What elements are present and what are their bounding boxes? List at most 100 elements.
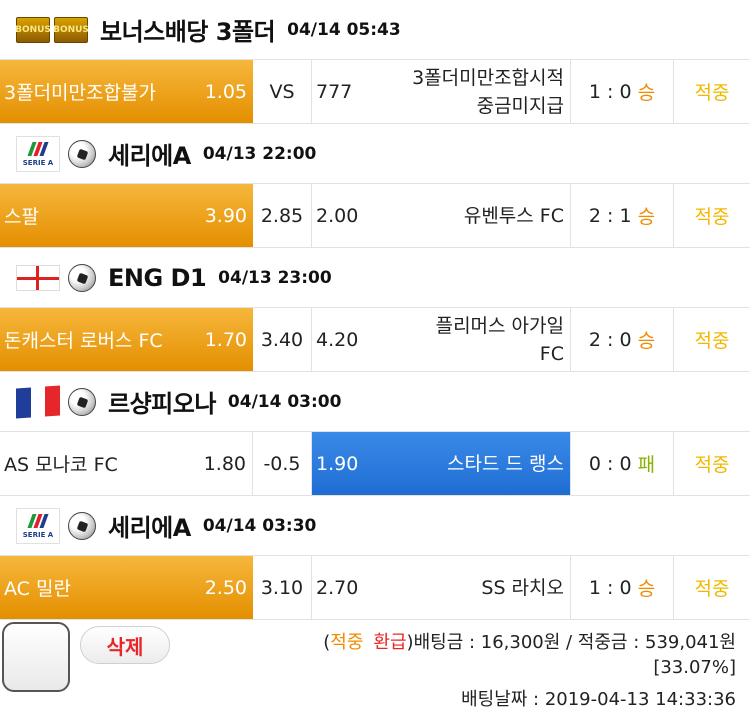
home-team-name: 3폴더미만조합불가 — [4, 82, 156, 104]
match-time: 04/14 03:30 — [202, 515, 317, 536]
league-title: 보너스배당 3폴더 — [100, 18, 276, 46]
serie-a-logo-text: SERIE A — [22, 530, 54, 539]
home-odds: 1.70 — [204, 328, 247, 351]
match-time: 04/14 03:00 — [227, 391, 342, 412]
delete-button[interactable]: 삭제 — [80, 626, 170, 664]
outcome-label: 승 — [637, 330, 656, 352]
away-odds-button[interactable]: 2.70 SS 라치오 — [312, 556, 571, 619]
bet-row: 3폴더미만조합불가 1.05 VS 777 3폴더미만조합시적중금미지급 1 :… — [0, 60, 750, 124]
away-odds: 777 — [316, 80, 353, 103]
draw-odds: 3.40 — [260, 328, 304, 351]
result-label: 적중 — [694, 578, 730, 600]
away-odds: 1.90 — [316, 452, 359, 475]
home-odds: 3.90 — [204, 204, 247, 227]
draw-odds: 2.85 — [260, 204, 304, 227]
france-flag-icon — [16, 384, 61, 419]
draw-odds: VS — [269, 80, 295, 103]
league-header: BONUS BONUS 보너스배당 3폴더 04/14 05:43 — [0, 0, 750, 60]
serie-a-logo-text: SERIE A — [22, 158, 54, 167]
away-team-line: SS 라치오 — [481, 576, 564, 599]
select-checkbox[interactable] — [2, 622, 70, 692]
score-value: 2 : 0 — [588, 328, 632, 351]
away-odds-button[interactable]: 4.20 플리머스 아가일 FC — [312, 308, 571, 371]
away-odds: 4.20 — [316, 328, 359, 351]
result-label: 적중 — [694, 82, 730, 104]
match-time: 04/13 22:00 — [202, 143, 317, 164]
outcome-label: 승 — [637, 578, 656, 600]
home-team-name: 스팔 — [4, 206, 39, 228]
match-score: 2 : 1 승 — [571, 184, 674, 247]
away-odds-button[interactable]: 2.00 유벤투스 FC — [312, 184, 571, 247]
away-team-name: 3폴더미만조합시적중금미지급 — [412, 64, 564, 120]
league-title: 세리에A — [108, 142, 191, 170]
home-team-name: AS 모나코 FC — [4, 454, 118, 476]
outcome-label: 승 — [637, 82, 656, 104]
bet-row: AC 밀란 2.50 3.10 2.70 SS 라치오 1 : 0 승 적중 — [0, 556, 750, 620]
away-team-name: 스타드 드 랭스 — [447, 450, 564, 478]
match-score: 1 : 0 승 — [571, 60, 674, 123]
result-label: 적중 — [694, 454, 730, 476]
home-odds: 2.50 — [204, 576, 247, 599]
league-header: SERIE A 세리에A 04/14 03:30 — [0, 496, 750, 556]
away-team-line: 플리머스 아가일 — [435, 314, 564, 337]
away-team-name: 플리머스 아가일 FC — [436, 312, 564, 368]
result-label: 적중 — [694, 206, 730, 228]
league-header: SERIE A 세리에A 04/13 22:00 — [0, 124, 750, 184]
result-status: 적중 — [674, 556, 750, 619]
bonus-badge-icon: BONUS — [15, 16, 51, 43]
result-status: 적중 — [674, 184, 750, 247]
score-value: 0 : 0 — [588, 452, 632, 475]
draw-odds-button[interactable]: 3.40 — [253, 308, 312, 371]
bet-row: 돈캐스터 로버스 FC 1.70 3.40 4.20 플리머스 아가일 FC 2 … — [0, 308, 750, 372]
hit-rate: [33.07%] — [653, 657, 736, 678]
away-odds-button[interactable]: 1.90 스타드 드 랭스 — [312, 432, 571, 495]
bet-amount-line: (적중 환급)배팅금 : 16,300원 / 적중금 : 539,041원 — [323, 628, 736, 654]
bet-summary: 삭제 (적중 환급)배팅금 : 16,300원 / 적중금 : 539,041원 … — [0, 620, 750, 718]
result-label: 적중 — [694, 330, 730, 352]
away-team-line: 3폴더미만조합시적 — [412, 66, 564, 89]
soccer-ball-icon — [68, 511, 96, 540]
home-odds-button[interactable]: AS 모나코 FC 1.80 — [0, 432, 253, 495]
match-score: 0 : 0 패 — [571, 432, 674, 495]
hit-label: 적중 — [330, 632, 364, 653]
home-odds-button[interactable]: 3폴더미만조합불가 1.05 — [0, 60, 253, 123]
league-title: ENG D1 — [108, 263, 207, 292]
home-odds-button[interactable]: 스팔 3.90 — [0, 184, 253, 247]
soccer-ball-icon — [68, 263, 96, 292]
home-odds: 1.80 — [203, 452, 246, 475]
away-team-line: 중금미지급 — [476, 94, 564, 117]
match-score: 2 : 0 승 — [571, 308, 674, 371]
bet-row: AS 모나코 FC 1.80 -0.5 1.90 스타드 드 랭스 0 : 0 … — [0, 432, 750, 496]
league-title: 르샹피오나 — [108, 390, 216, 418]
result-status: 적중 — [674, 432, 750, 495]
serie-a-logo-icon: SERIE A — [16, 507, 60, 544]
serie-a-logo-icon: SERIE A — [16, 135, 60, 172]
away-team-name: SS 라치오 — [481, 574, 564, 602]
away-odds-button[interactable]: 777 3폴더미만조합시적중금미지급 — [312, 60, 571, 123]
score-value: 1 : 0 — [588, 80, 632, 103]
draw-odds: 3.10 — [260, 576, 304, 599]
home-odds-button[interactable]: AC 밀란 2.50 — [0, 556, 253, 619]
match-time: 04/13 23:00 — [218, 267, 332, 288]
outcome-label: 패 — [637, 454, 656, 476]
league-header: ENG D1 04/13 23:00 — [0, 248, 750, 308]
draw-odds-button[interactable]: VS — [253, 60, 312, 123]
draw-odds-button[interactable]: 3.10 — [253, 556, 312, 619]
draw-odds-button[interactable]: 2.85 — [253, 184, 312, 247]
bet-slip: BONUS BONUS 보너스배당 3폴더 04/14 05:43 3폴더미만조합불가… — [0, 0, 750, 620]
home-team-name: AC 밀란 — [4, 578, 71, 600]
league-title: 세리에A — [108, 514, 191, 542]
away-team-name: 유벤투스 FC — [464, 202, 564, 230]
away-team-line: FC — [539, 342, 564, 365]
home-team-name: 돈캐스터 로버스 FC — [4, 330, 163, 352]
away-team-line: 유벤투스 FC — [463, 204, 564, 227]
bet-date: 배팅날짜 : 2019-04-13 14:33:36 — [461, 689, 736, 710]
england-flag-icon — [16, 264, 60, 291]
score-value: 1 : 0 — [588, 576, 632, 599]
home-odds-button[interactable]: 돈캐스터 로버스 FC 1.70 — [0, 308, 253, 371]
draw-odds-button[interactable]: -0.5 — [253, 432, 312, 495]
bet-amount-text: )배팅금 : 16,300원 / 적중금 : 539,041원 — [406, 632, 736, 653]
bet-row: 스팔 3.90 2.85 2.00 유벤투스 FC 2 : 1 승 적중 — [0, 184, 750, 248]
outcome-label: 승 — [637, 206, 656, 228]
league-header: 르샹피오나 04/14 03:00 — [0, 372, 750, 432]
